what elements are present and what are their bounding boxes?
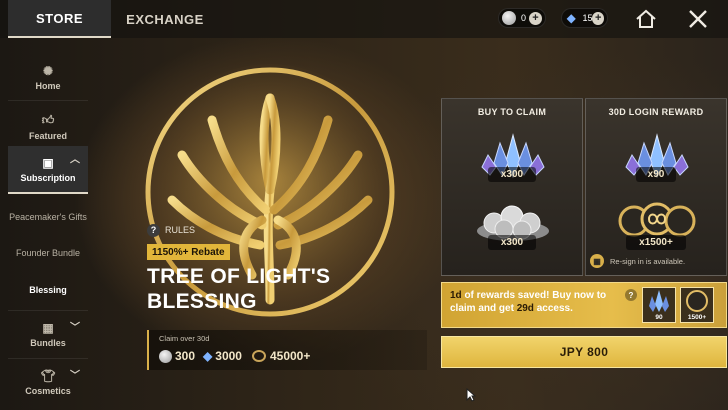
crystal-icon — [649, 290, 669, 312]
close-button[interactable] — [682, 4, 714, 34]
card-title: BUY TO CLAIM — [477, 107, 547, 117]
crystal-balance: ◆ 15 + — [561, 8, 608, 28]
mini-ring-reward: 1500+ — [680, 287, 714, 323]
crystal-quantity: x90 — [636, 167, 676, 182]
thumbs-up-icon: 👍︎ — [41, 113, 55, 127]
ring-token-icon — [686, 290, 708, 312]
sidebar: ✺ Home 👍︎ Featured ▣ Subscription ︿ Peac… — [0, 38, 92, 410]
claim-label: Claim over 30d — [159, 334, 210, 343]
ring-quantity: x1500+ — [626, 235, 686, 250]
sparkle-icon: ✺ — [42, 63, 54, 78]
days-saved: 1d — [450, 290, 462, 301]
sidebar-item-peacemakers-gifts[interactable]: Peacemaker's Gifts — [8, 202, 88, 232]
rebate-badge: 1150%+ Rebate — [147, 244, 230, 260]
card-title: 30D LOGIN REWARD — [608, 107, 704, 117]
resign-note: ▦ Re-sign in is available. — [590, 251, 724, 271]
add-silver-button[interactable]: + — [529, 11, 542, 25]
add-crystal-button[interactable]: + — [592, 11, 604, 25]
chevron-up-icon: ︿ — [70, 154, 80, 166]
sidebar-item-label: Subscription — [20, 172, 76, 183]
rules-label: RULES — [165, 225, 196, 235]
divider — [8, 310, 88, 311]
silver-coin-balance: 0 + — [498, 8, 546, 28]
sidebar-item-label: Cosmetics — [25, 385, 71, 396]
sidebar-item-founder-bundle[interactable]: Founder Bundle — [8, 238, 88, 268]
chevron-down-icon: ﹀ — [70, 370, 80, 382]
help-button[interactable]: ? — [625, 289, 637, 301]
home-button[interactable] — [632, 6, 660, 32]
close-icon — [689, 10, 707, 28]
days-access: 29d — [516, 303, 534, 314]
claim-coins-value: 300 — [175, 349, 196, 363]
question-icon: ? — [147, 223, 160, 237]
buy-price-button[interactable]: JPY 800 — [441, 336, 727, 368]
rules-button[interactable]: ? RULES — [147, 222, 195, 238]
sidebar-item-featured[interactable]: 👍︎ Featured — [8, 108, 88, 146]
divider — [8, 358, 88, 359]
saved-message: 1d of rewards saved! Buy now to claim an… — [450, 289, 626, 315]
login-reward-card: 30D LOGIN REWARD x90 x1500+ ▦ Re-sign in… — [585, 98, 727, 276]
buy-to-claim-card: BUY TO CLAIM x300 x300 — [441, 98, 583, 276]
mini-crystal-value: 90 — [655, 314, 663, 321]
mini-ring-value: 1500+ — [687, 314, 707, 321]
ring-token-icon — [251, 350, 266, 362]
sidebar-item-home[interactable]: ✺ Home — [8, 58, 88, 96]
claim-rings-value: 45000+ — [269, 349, 311, 363]
silver-coin-icon — [159, 349, 172, 363]
top-bar: STORE EXCHANGE 0 + ◆ 15 + — [0, 0, 728, 38]
claim-values: 300 ◆ 3000 45000+ — [159, 349, 310, 363]
resign-text: Re-sign in is available. — [610, 256, 686, 266]
rewards-saved-banner: 1d of rewards saved! Buy now to claim an… — [441, 282, 727, 328]
claim-crystals-value: 3000 — [215, 349, 242, 363]
crystal-icon: ◆ — [203, 349, 213, 363]
crystal-icon: ◆ — [566, 11, 576, 25]
sidebar-item-blessing[interactable]: Blessing — [8, 276, 88, 304]
sidebar-item-label: Bundles — [30, 337, 66, 348]
offer-title: TREE OF LIGHT'S BLESSING — [147, 265, 331, 313]
bookmark-icon: ▣ — [42, 155, 54, 170]
home-icon — [636, 9, 656, 28]
crystal-value: 15 — [582, 13, 593, 23]
sidebar-item-cosmetics[interactable]: 👕︎ Cosmetics ﹀ — [8, 364, 88, 400]
saved-text-part: access. — [533, 303, 573, 314]
crystal-quantity: x300 — [488, 167, 536, 182]
shirt-icon: 👕︎ — [40, 368, 56, 383]
mini-crystal-reward: 90 — [642, 287, 676, 323]
sidebar-item-label: Featured — [28, 131, 67, 141]
sidebar-item-bundles[interactable]: ▦ Bundles ﹀ — [8, 316, 88, 352]
sidebar-item-subscription[interactable]: ▣ Subscription ︿ — [8, 146, 88, 194]
coin-quantity: x300 — [488, 235, 536, 250]
sidebar-item-label: Home — [35, 80, 61, 91]
mouse-cursor-icon — [466, 388, 476, 402]
claim-summary: Claim over 30d 300 ◆ 3000 45000+ — [147, 330, 427, 370]
tab-store[interactable]: STORE — [8, 0, 111, 38]
tab-exchange[interactable]: EXCHANGE — [115, 0, 215, 38]
box-icon: ▦ — [42, 320, 54, 335]
silver-coin-icon — [502, 11, 516, 25]
silver-coin-value: 0 — [521, 13, 527, 23]
calendar-icon: ▦ — [590, 254, 604, 268]
divider — [8, 100, 88, 101]
chevron-down-icon: ﹀ — [70, 322, 80, 334]
